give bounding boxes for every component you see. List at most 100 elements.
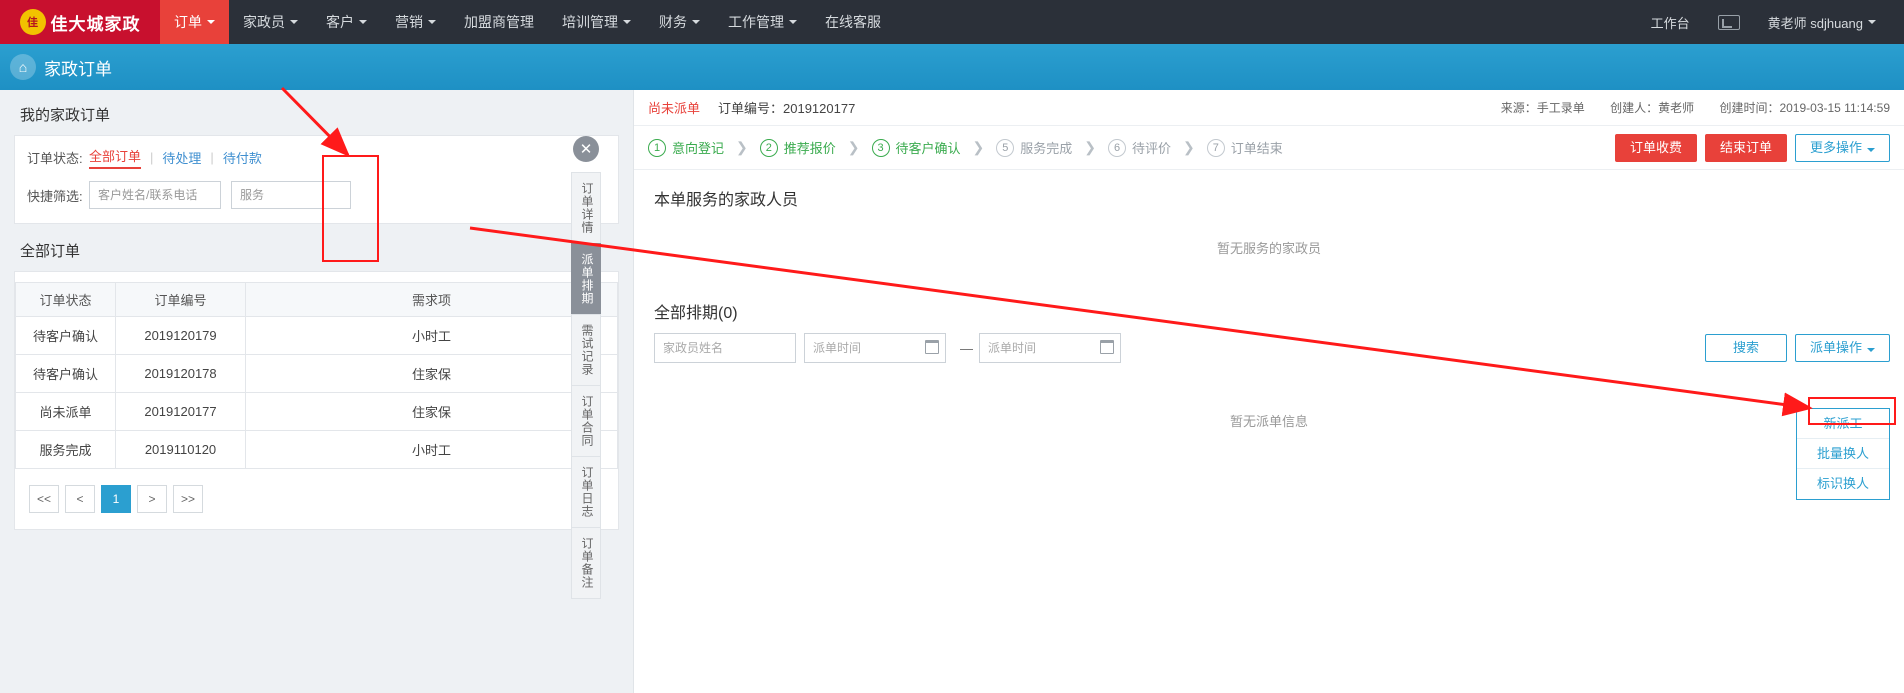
chevron-down-icon [207, 20, 215, 24]
nav-item-online-service-label: 在线客服 [825, 14, 881, 30]
flag-icon [1717, 14, 1740, 30]
dropdown-item-new-dispatch[interactable]: 新派工 [1797, 409, 1889, 439]
step-number: 7 [1206, 138, 1225, 157]
chevron-down-icon [359, 20, 367, 24]
page-title: 家政订单 [44, 59, 112, 79]
user-menu[interactable]: 黄老师 sdjhuang [1754, 13, 1890, 32]
filter-card: 订单状态: 全部订单 | 待处理 | 待付款 快捷筛选: 客户姓名/联系电话 服… [14, 135, 619, 224]
more-actions-button[interactable]: 更多操作 [1794, 133, 1890, 162]
nav-item-finance-label: 财务 [659, 14, 687, 30]
page-prev-button[interactable]: < [65, 485, 96, 513]
dispatch-action-label: 派单操作 [1809, 340, 1862, 355]
user-menu-label: 黄老师 sdjhuang [1767, 15, 1863, 31]
nav-item-work-management[interactable]: 工作管理 [714, 0, 811, 44]
quick-filter-row: 快捷筛选: 客户姓名/联系电话 服务 [27, 181, 606, 209]
customer-search-input[interactable]: 客户姓名/联系电话 [89, 181, 221, 209]
order-charge-button[interactable]: 订单收费 [1614, 133, 1697, 162]
page-body: 我的家政订单 订单状态: 全部订单 | 待处理 | 待付款 快捷筛选: 客户姓名… [0, 90, 1904, 693]
detail-meta: 来源：手工录单 创建人：黄老师 创建时间：2019-03-15 11:14:59 [1479, 99, 1890, 116]
col-status: 订单状态 [15, 282, 116, 317]
top-nav-right: 工作台 黄老师 sdjhuang [1637, 0, 1904, 44]
nav-item-marketing[interactable]: 营销 [381, 0, 450, 44]
rail-tab-interview-record[interactable]: 需试记录 [571, 314, 601, 385]
housekeeper-name-input[interactable]: 家政员姓名 [654, 333, 796, 363]
table-row[interactable]: 尚未派单 2019120177 住家保 [15, 392, 618, 431]
nav-item-training[interactable]: 培训管理 [548, 0, 645, 44]
page-header: ⌂ 家政订单 [0, 44, 1904, 90]
cell-status[interactable]: 服务完成 [15, 430, 116, 469]
table-row[interactable]: 待客户确认 2019120179 小时工 [15, 316, 618, 355]
step-number: 5 [996, 138, 1015, 157]
cell-status[interactable]: 待客户确认 [15, 316, 116, 355]
order-detail-panel: 尚未派单 订单编号：2019120177 来源：手工录单 创建人：黄老师 创建时… [633, 90, 1904, 693]
step-label: 订单结束 [1230, 141, 1283, 156]
nav-item-online-service[interactable]: 在线客服 [811, 0, 895, 44]
status-filter-label: 订单状态: [27, 151, 83, 166]
page-next-button[interactable]: > [137, 485, 168, 513]
rail-tab-order-detail[interactable]: 订单详情 [571, 172, 601, 243]
workbench-link[interactable]: 工作台 [1637, 13, 1704, 32]
search-button[interactable]: 搜索 [1704, 334, 1787, 362]
flag-icon-wrap[interactable] [1704, 14, 1754, 30]
cell-item: 小时工 [245, 430, 618, 469]
orders-table-card: 订单状态 订单编号 需求项 待客户确认 2019120179 小时工 待客户确认… [14, 271, 619, 530]
cell-order-no: 2019120177 [115, 392, 246, 431]
schedule-search-actions: 搜索 派单操作 [1697, 334, 1890, 362]
staff-section-title: 本单服务的家政人员 [654, 192, 799, 209]
dispatch-date-end-input[interactable]: 派单时间 [979, 333, 1121, 363]
page-1-button[interactable]: 1 [101, 485, 132, 513]
chevron-down-icon [428, 20, 436, 24]
dropdown-item-batch-replace[interactable]: 批量换人 [1797, 439, 1889, 469]
step-recommend-quote: 2 推荐报价 [759, 138, 836, 157]
rail-tab-dispatch-schedule[interactable]: 派单排期 [571, 243, 601, 314]
chevron-right-icon: ❯ [972, 139, 985, 155]
chevron-down-icon [692, 20, 700, 24]
page-last-button[interactable]: >> [173, 485, 204, 513]
step-await-review: 6 待评价 [1108, 138, 1171, 157]
chevron-down-icon [290, 20, 298, 24]
detail-status-badge: 尚未派单 [648, 101, 701, 116]
status-option-unpaid[interactable]: 待付款 [223, 148, 262, 167]
nav-item-orders[interactable]: 订单 [160, 0, 229, 44]
more-actions-label: 更多操作 [1809, 139, 1862, 155]
status-option-all[interactable]: 全部订单 [89, 146, 142, 169]
chevron-right-icon: ❯ [847, 139, 860, 155]
app-logo[interactable]: 佳 佳大城家政 [0, 0, 160, 44]
rail-tab-order-contract[interactable]: 订单合同 [571, 385, 601, 456]
step-label: 待客户确认 [895, 141, 961, 156]
dispatch-action-button[interactable]: 派单操作 [1794, 334, 1890, 362]
nav-item-housekeepers-label: 家政员 [243, 14, 285, 30]
step-service-complete: 5 服务完成 [996, 138, 1072, 157]
nav-item-finance[interactable]: 财务 [645, 0, 714, 44]
detail-header: 尚未派单 订单编号：2019120177 来源：手工录单 创建人：黄老师 创建时… [634, 90, 1904, 126]
cell-item: 小时工 [245, 316, 618, 355]
calendar-icon [925, 340, 939, 354]
cell-order-no: 2019110120 [115, 430, 246, 469]
nav-item-housekeepers[interactable]: 家政员 [229, 0, 312, 44]
nav-item-franchise[interactable]: 加盟商管理 [450, 0, 548, 44]
order-list-panel: 我的家政订单 订单状态: 全部订单 | 待处理 | 待付款 快捷筛选: 客户姓名… [0, 90, 633, 693]
step-intent-registration: 1 意向登记 [648, 138, 724, 157]
detail-source: 来源：手工录单 [1500, 101, 1585, 115]
cell-status[interactable]: 尚未派单 [15, 392, 116, 431]
status-option-pending[interactable]: 待处理 [162, 148, 201, 167]
rail-tab-order-remark[interactable]: 订单备注 [571, 527, 601, 599]
chevron-right-icon: ❯ [1084, 139, 1096, 155]
rail-tab-order-log[interactable]: 订单日志 [571, 456, 601, 527]
dropdown-item-mark-replace[interactable]: 标识换人 [1797, 469, 1889, 499]
table-row[interactable]: 待客户确认 2019120178 住家保 [15, 354, 618, 393]
finish-order-button[interactable]: 结束订单 [1704, 133, 1787, 162]
order-steps: 1 意向登记 ❯ 2 推荐报价 ❯ 3 待客户确认 ❯ 5 服务完成 ❯ 6 待… [634, 126, 1904, 170]
step-label: 待评价 [1132, 141, 1172, 156]
col-order-no: 订单编号 [115, 282, 246, 317]
page-first-button[interactable]: << [29, 485, 60, 513]
step-await-customer-confirm: 3 待客户确认 [871, 138, 961, 157]
close-icon[interactable]: ✕ [573, 136, 599, 162]
nav-item-customers[interactable]: 客户 [312, 0, 381, 44]
cell-status[interactable]: 待客户确认 [15, 354, 116, 393]
detail-actions: 订单收费 结束订单 更多操作 [1607, 133, 1890, 162]
detail-order-no: 订单编号：2019120177 [718, 101, 856, 116]
table-row[interactable]: 服务完成 2019110120 小时工 [15, 430, 618, 469]
dispatch-date-start-input[interactable]: 派单时间 [804, 333, 946, 363]
service-filter-select[interactable]: 服务 [231, 181, 351, 209]
